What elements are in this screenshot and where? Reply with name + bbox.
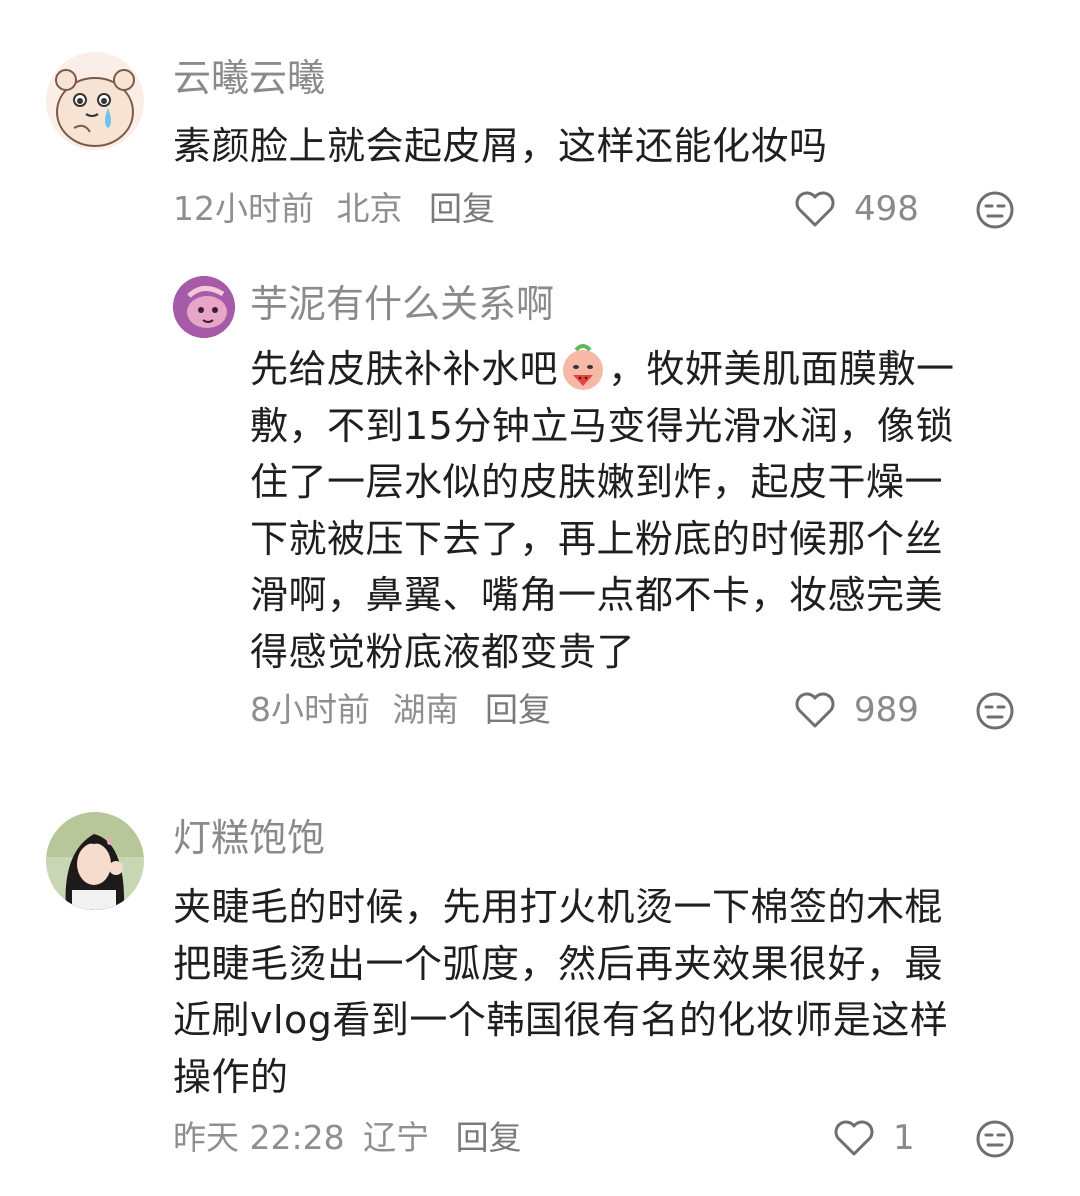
watermelon-emoji-icon	[558, 342, 608, 392]
like-button[interactable]: 1	[833, 1116, 915, 1160]
neutral-face-icon	[976, 692, 1014, 730]
cartoon-bear-crying-icon	[46, 52, 144, 150]
comment-username[interactable]: 灯糕饱饱	[173, 814, 325, 862]
comment-location: 北京	[336, 189, 403, 228]
heart-icon	[834, 1120, 874, 1156]
reply-text-line: 得感觉粉底液都变贵了	[250, 629, 636, 674]
like-button[interactable]: 989	[794, 688, 919, 732]
comment-username[interactable]: 云曦云曦	[173, 54, 325, 102]
girl-photo-avatar	[46, 812, 144, 910]
neutral-face-icon	[976, 1120, 1014, 1158]
heart-icon	[795, 692, 835, 728]
comment-text-line: 夹睫毛的时候，先用打火机烫一下棉签的木棍	[173, 885, 944, 929]
pink-cartoon-avatar	[173, 276, 235, 338]
reply-text-segment: ，牧妍美肌面膜敷一	[608, 347, 955, 391]
comment-text-line: 操作的	[173, 1054, 289, 1099]
reply-username[interactable]: 芋泥有什么关系啊	[250, 280, 554, 328]
comment-text-line: 近刷vlog看到一个韩国很有名的化妆师是这样	[173, 998, 949, 1042]
heart-icon	[795, 191, 835, 227]
reply-text-segment: 先给皮肤补补水吧	[250, 347, 559, 391]
reply-text: 先给皮肤补补水吧 ，牧妍美肌面膜敷一 敷，不到15分钟立马变得光滑水润，像锁 住了…	[250, 341, 955, 680]
reply-text-line: 先给皮肤补补水吧 ，牧妍美肌面膜敷一	[250, 341, 955, 398]
reply-text-line: 滑啊，鼻翼、嘴角一点都不卡，妆感完美	[250, 573, 944, 617]
comment-meta: 12小时前 北京 回复	[173, 187, 495, 231]
emoji-reaction-button[interactable]	[975, 691, 1015, 731]
reply-button[interactable]: 回复	[429, 189, 495, 228]
reply-location: 湖南	[392, 690, 459, 729]
emoji-reaction-button[interactable]	[975, 190, 1015, 230]
comment-meta: 昨天 22:28 辽宁 回复	[173, 1116, 522, 1160]
emoji-reaction-button[interactable]	[975, 1119, 1015, 1159]
like-count: 989	[854, 690, 919, 730]
reply-text-line: 住了一层水似的皮肤嫩到炸，起皮干燥一	[250, 460, 944, 504]
comment-time: 昨天 22:28	[173, 1118, 345, 1157]
reply-button[interactable]: 回复	[485, 690, 551, 729]
comment-text-line: 把睫毛烫出一个弧度，然后再夹效果很好，最	[173, 941, 944, 986]
comment-text: 夹睫毛的时候，先用打火机烫一下棉签的木棍 把睫毛烫出一个弧度，然后再夹效果很好，…	[173, 879, 948, 1105]
like-button[interactable]: 498	[794, 187, 919, 231]
comment-text: 素颜脸上就会起皮屑，这样还能化妆吗	[173, 124, 828, 168]
neutral-face-icon	[976, 191, 1014, 229]
reply-text-line: 下就被压下去了，再上粉底的时候那个丝	[250, 516, 944, 561]
like-count: 498	[854, 189, 919, 229]
avatar[interactable]	[46, 52, 144, 150]
comment-time: 12小时前	[173, 189, 314, 228]
reply-button[interactable]: 回复	[456, 1118, 522, 1157]
reply-time: 8小时前	[250, 690, 370, 729]
like-count: 1	[893, 1118, 915, 1158]
avatar[interactable]	[46, 812, 144, 910]
avatar[interactable]	[173, 276, 235, 338]
reply-text-line: 敷，不到15分钟立马变得光滑水润，像锁	[250, 403, 954, 448]
comment-location: 辽宁	[363, 1118, 430, 1157]
reply-meta: 8小时前 湖南 回复	[250, 688, 551, 732]
